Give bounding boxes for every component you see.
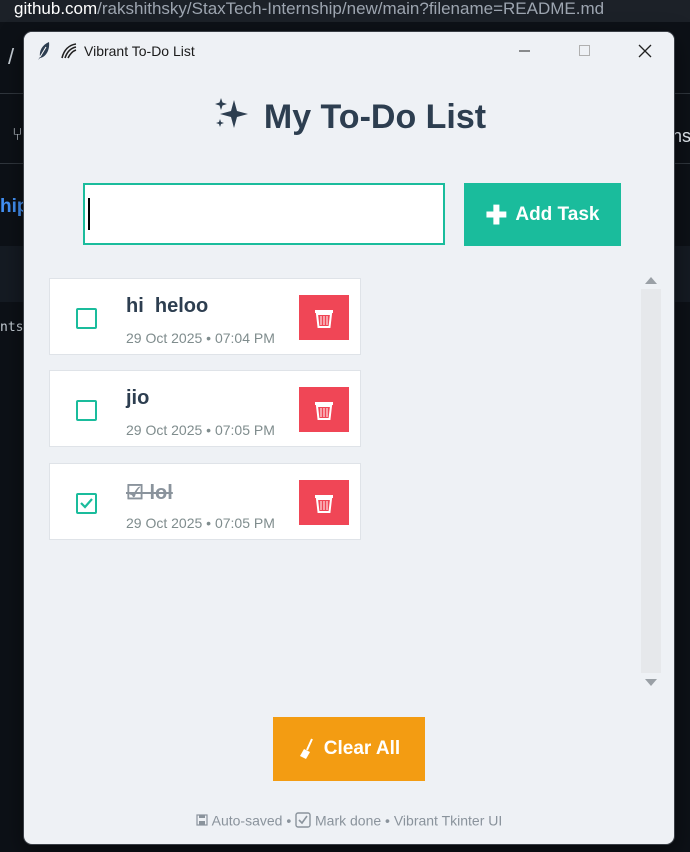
add-task-button[interactable]: ✚ Add Task [464, 183, 621, 246]
sparkles-icon [214, 98, 248, 128]
delete-task-button[interactable] [299, 387, 349, 432]
task-timestamp: 29 Oct 2025 • 07:05 PM [126, 515, 275, 531]
scrollbar-track[interactable] [641, 289, 661, 673]
close-button[interactable] [622, 32, 668, 70]
minimize-icon [519, 50, 530, 52]
window-title: Vibrant To-Do List [84, 43, 195, 59]
list-item: jio 29 Oct 2025 • 07:05 PM [49, 370, 361, 447]
clear-all-label: Clear All [323, 738, 401, 759]
delete-task-button[interactable] [299, 480, 349, 525]
page-title-text: My To-Do List [263, 98, 487, 136]
task-text: jio [126, 387, 150, 409]
task-checkbox[interactable] [76, 400, 97, 421]
status-footer: Auto-saved • Mark done • Vibrant Tkinter… [24, 811, 674, 828]
url-host: github.com [14, 0, 98, 18]
list-item: hi heloo 29 Oct 2025 • 07:04 PM [49, 278, 361, 355]
footer-autosaved: Auto-saved • [211, 812, 292, 829]
floppy-disk-icon [196, 814, 208, 826]
scrollbar[interactable] [641, 271, 661, 691]
task-input[interactable] [83, 183, 445, 245]
background-text-fragment: nts [0, 320, 24, 335]
app-window: Vibrant To-Do List My To-Do List ✚ Add T… [24, 32, 674, 844]
task-timestamp: 29 Oct 2025 • 07:05 PM [126, 422, 275, 438]
scroll-down-arrow-icon[interactable] [645, 679, 657, 686]
trash-icon [315, 494, 333, 513]
background-branch-icon: ⑂ [12, 124, 23, 145]
app-logo-icon [61, 43, 77, 59]
checkmark-icon [80, 498, 93, 509]
text-caret [88, 198, 90, 230]
background-breadcrumb-slash: / [8, 44, 15, 69]
trash-icon [315, 309, 333, 328]
url-path: /rakshithsky/StaxTech-Internship/new/mai… [97, 0, 605, 18]
clear-all-button[interactable]: Clear All [273, 717, 425, 781]
task-checkbox-checked[interactable] [76, 493, 97, 514]
broom-icon [299, 738, 313, 759]
task-checkbox[interactable] [76, 308, 97, 329]
footer-mark-done: Mark done • Vibrant Tkinter UI [315, 812, 503, 829]
browser-address-bar[interactable]: github.com/rakshithsky/StaxTech-Internsh… [0, 0, 690, 22]
background-tab-fragment: nsi [672, 126, 690, 146]
delete-task-button[interactable] [299, 295, 349, 340]
feather-icon [38, 42, 50, 60]
add-task-label: Add Task [515, 203, 600, 225]
task-text-completed: ☑ lol [126, 482, 173, 504]
close-icon [638, 44, 652, 58]
trash-icon [315, 401, 333, 420]
checkbox-icon [295, 812, 311, 828]
page-title: My To-Do List [24, 94, 674, 137]
list-item: ☑ lol 29 Oct 2025 • 07:05 PM [49, 463, 361, 540]
maximize-button[interactable] [562, 32, 608, 70]
scroll-up-arrow-icon[interactable] [645, 277, 657, 284]
title-bar[interactable]: Vibrant To-Do List [24, 32, 674, 70]
maximize-icon [579, 45, 590, 56]
minimize-button[interactable] [502, 32, 548, 70]
plus-icon: ✚ [485, 199, 508, 230]
task-text: hi heloo [126, 295, 209, 317]
task-timestamp: 29 Oct 2025 • 07:04 PM [126, 330, 275, 346]
